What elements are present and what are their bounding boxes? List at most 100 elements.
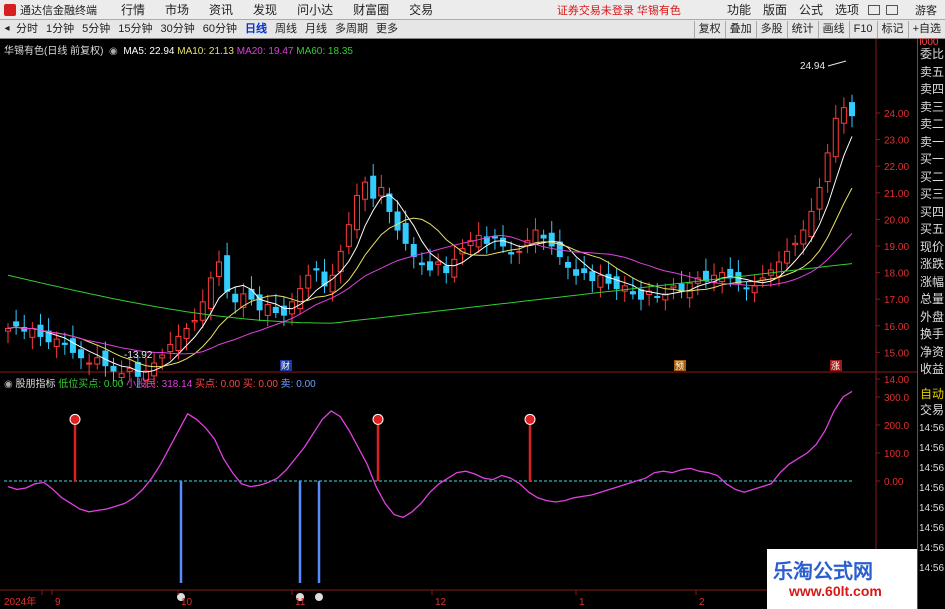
candle-body <box>621 285 628 292</box>
price-tick-label: 24.00 <box>884 109 909 120</box>
sidebar-time-5: 14:56 <box>919 523 945 534</box>
tab-daily[interactable]: 日线 <box>241 21 271 38</box>
sidebar-item-10: 买五 <box>920 222 945 236</box>
candle-body <box>362 181 369 200</box>
candle-body <box>508 252 515 255</box>
ma10-value: MA10: 21.13 <box>177 46 234 57</box>
menu-hangqing[interactable]: 行情 <box>121 1 145 18</box>
menu-caifuquan[interactable]: 财富圈 <box>353 1 389 18</box>
candle-body <box>475 234 482 248</box>
ind-toggle-icon[interactable]: ◉ <box>4 379 16 390</box>
candle-body <box>589 271 596 282</box>
candle-body <box>175 335 182 351</box>
tab-fenshi[interactable]: 分时 <box>12 21 42 38</box>
candle-body <box>775 261 782 277</box>
candle-body <box>491 236 498 239</box>
tab-weekly[interactable]: 周线 <box>271 21 301 38</box>
time-tick-label: 12 <box>435 597 447 608</box>
retail-oscillator-line <box>7 390 853 519</box>
sidebar-time-1: 14:56 <box>919 443 945 454</box>
ind-tick-label: 0.00 <box>884 477 904 488</box>
tab-tongji[interactable]: 统计 <box>786 20 818 38</box>
buy-signal-dot <box>69 413 81 425</box>
price-tick-label: 17.00 <box>884 295 909 306</box>
sidebar-auto[interactable]: 自动 <box>920 385 944 402</box>
sidebar-trade[interactable]: 交易 <box>920 401 944 418</box>
candle-body <box>207 277 214 309</box>
candle-body <box>86 362 93 365</box>
kline-layer: 24.94 -13.92 财 预 涨 <box>0 39 917 609</box>
candle-body <box>159 354 166 359</box>
login-notice[interactable]: 证券交易未登录 华锡有色 <box>557 2 681 18</box>
candle-body <box>402 222 409 244</box>
left-arrow-icon[interactable]: ◂ <box>2 22 12 36</box>
menu-jiaoyi[interactable]: 交易 <box>409 1 433 18</box>
sidebar-item-6: 买一 <box>920 152 945 166</box>
tab-30min[interactable]: 30分钟 <box>157 21 199 38</box>
candle-body <box>613 276 620 290</box>
menu-gongshi[interactable]: 公式 <box>799 1 823 18</box>
candle-body <box>581 268 588 274</box>
candle-body <box>849 102 855 117</box>
indicator-name[interactable]: 股朋指标 <box>16 379 56 390</box>
low-buy-value: 低位买点: 0.00 <box>58 379 124 390</box>
candle-body <box>540 234 547 239</box>
tab-5min[interactable]: 5分钟 <box>78 21 114 38</box>
tab-15min[interactable]: 15分钟 <box>114 21 156 38</box>
candle-body <box>629 291 636 295</box>
tab-monthly[interactable]: 月线 <box>301 21 331 38</box>
candle-body <box>53 338 60 347</box>
menu-shichang[interactable]: 市场 <box>165 1 189 18</box>
menu-zixun[interactable]: 资讯 <box>209 1 233 18</box>
sidebar-time-7: 14:56 <box>919 563 945 574</box>
sidebar-item-13: 涨幅 <box>920 274 945 289</box>
candle-body <box>427 261 433 271</box>
sell-value: 卖: 0.00 <box>280 379 316 390</box>
price-tick-label: 20.00 <box>884 215 909 226</box>
ma20-value: MA20: 19.47 <box>236 46 294 57</box>
candle-body <box>370 175 377 199</box>
right-tools: 复权 叠加 多股 统计 画线 F10 标记 +自选 <box>693 20 945 38</box>
candle-body <box>702 270 709 282</box>
candle-body <box>272 306 279 313</box>
candle-body <box>443 265 450 274</box>
candle-body <box>751 285 758 294</box>
menu-wenxiaoda[interactable]: 问小达 <box>297 1 333 18</box>
candle-body <box>353 194 360 231</box>
candle-body <box>824 152 831 183</box>
tab-diejia[interactable]: 叠加 <box>724 20 756 38</box>
guest-label[interactable]: 游客 <box>915 2 937 18</box>
candle-body <box>313 268 320 271</box>
tab-add-watchlist[interactable]: +自选 <box>907 20 945 38</box>
candle-body <box>597 274 604 288</box>
menu-banmian[interactable]: 版面 <box>763 1 787 18</box>
tab-f10[interactable]: F10 <box>848 20 877 38</box>
app-logo-icon <box>4 3 16 16</box>
tab-multi-period[interactable]: 多周期 <box>331 21 372 38</box>
minimize-icon[interactable] <box>868 4 880 15</box>
tab-60min[interactable]: 60分钟 <box>199 21 241 38</box>
candle-body <box>78 349 85 359</box>
tab-biaoji[interactable]: 标记 <box>876 20 908 38</box>
tab-fuquan[interactable]: 复权 <box>693 20 725 38</box>
menu-faxian[interactable]: 发现 <box>253 1 277 18</box>
candle-body <box>743 287 750 290</box>
sidebar-time-2: 14:56 <box>919 463 945 474</box>
tab-duogu[interactable]: 多股 <box>755 20 787 38</box>
tab-1min[interactable]: 1分钟 <box>42 21 78 38</box>
menu-xuanxiang[interactable]: 选项 <box>835 1 859 18</box>
candle-body <box>516 250 523 253</box>
maximize-icon[interactable] <box>886 4 898 15</box>
menu-gongneng[interactable]: 功能 <box>727 1 751 18</box>
candle-body <box>451 258 458 278</box>
top-menu-bar: 通达信金融终端 行情 市场 资讯 发现 问小达 财富圈 交易 证券交易未登录 华… <box>0 0 945 20</box>
candle-body <box>564 261 571 268</box>
candle-body <box>29 327 36 338</box>
ma-toggle-icon[interactable]: ◉ <box>106 46 120 57</box>
ma60-value: MA60: 18.35 <box>296 46 353 57</box>
chart-area[interactable]: 24.94-13.92财预涨 24.0023.0022.0021.0020.00… <box>0 39 917 609</box>
candle-body <box>110 365 117 372</box>
tab-more[interactable]: 更多 <box>372 21 402 38</box>
tab-huaxian[interactable]: 画线 <box>817 20 849 38</box>
ind-tick-label: 300.0 <box>884 393 909 404</box>
